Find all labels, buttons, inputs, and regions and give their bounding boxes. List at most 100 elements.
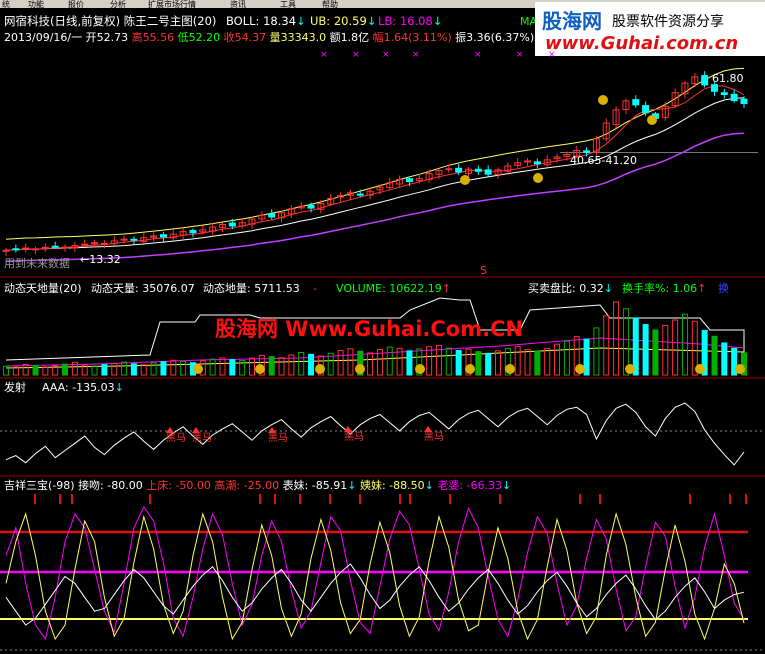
gold-ingot-icon bbox=[355, 364, 365, 374]
buy-sell-ratio: 买卖盘比: 0.32↓ bbox=[528, 281, 613, 295]
jx-bed: 上床: -50.00 bbox=[146, 478, 211, 492]
high-price-label: 61.80 bbox=[712, 72, 744, 85]
menu-item[interactable]: 功能 bbox=[28, 0, 44, 9]
sky-volume: 动态天量: 35076.07 bbox=[91, 282, 195, 295]
volume-title: 动态天地量(20) bbox=[4, 282, 82, 295]
volume-bar bbox=[544, 347, 551, 376]
watermark-url: www.Guhai.com.cn bbox=[545, 33, 738, 54]
candle-body bbox=[474, 168, 482, 172]
volume-icons bbox=[193, 364, 745, 374]
candle-body bbox=[100, 242, 108, 245]
menu-item[interactable]: 统 bbox=[2, 0, 10, 9]
volume-bar bbox=[652, 329, 659, 376]
gold-ingot-icon bbox=[255, 364, 265, 374]
candle-body bbox=[61, 246, 69, 249]
volume-bar bbox=[160, 361, 167, 376]
volume-bar bbox=[386, 346, 393, 376]
gold-ingot-icon bbox=[625, 364, 635, 374]
volume-bar bbox=[681, 313, 688, 376]
turnover-rate: 换手率%: 1.06↑ bbox=[622, 281, 706, 295]
money-bag-marker bbox=[460, 175, 470, 185]
candle-body bbox=[41, 246, 49, 249]
volume-bar bbox=[229, 359, 236, 376]
volume-bar bbox=[268, 356, 275, 376]
volume-bar bbox=[367, 352, 374, 376]
candle-body bbox=[91, 242, 99, 245]
candle-body bbox=[12, 248, 20, 251]
volume-bar bbox=[91, 365, 98, 376]
volume-bar bbox=[121, 361, 128, 376]
ub-value: UB: 20.59↓ bbox=[310, 14, 376, 28]
black-horse-label: 黑马 bbox=[424, 431, 444, 443]
menu-item[interactable]: 分析 bbox=[110, 0, 126, 9]
candle-body bbox=[524, 160, 532, 163]
aaa-series-line bbox=[5, 402, 745, 466]
gold-ingot-icon bbox=[505, 364, 515, 374]
jx-top-ticks bbox=[34, 494, 747, 504]
menu-item[interactable]: 帮助 bbox=[322, 0, 338, 9]
ma5-line bbox=[5, 85, 745, 251]
watermark-slogan: 股票软件资源分享 bbox=[612, 13, 724, 30]
menu-item[interactable]: 报价 bbox=[68, 0, 84, 9]
money-bag-marker bbox=[598, 95, 608, 105]
high-label: 高55.56 bbox=[132, 30, 175, 44]
menu-item[interactable]: 工具 bbox=[280, 0, 296, 9]
volume-bar bbox=[593, 327, 600, 376]
jx-header: 吉祥三宝(-98) 接吻: -80.00 上床: -50.00 高潮: -25.… bbox=[4, 478, 511, 492]
volume-bar bbox=[101, 364, 108, 376]
volume-bar bbox=[278, 357, 285, 376]
volume-bar bbox=[711, 335, 718, 376]
candle-body bbox=[51, 245, 59, 248]
volume-bar bbox=[308, 353, 315, 376]
candle-body bbox=[81, 243, 89, 246]
candle-body bbox=[710, 84, 718, 92]
money-bag-marker bbox=[533, 173, 543, 183]
candle-body bbox=[484, 169, 492, 175]
jx-title: 吉祥三宝(-98) bbox=[4, 478, 75, 492]
sell-signal-s: S bbox=[480, 264, 487, 277]
lb-value: LB: 16.08↓ bbox=[378, 14, 442, 28]
menu-item[interactable]: 资讯 bbox=[230, 0, 246, 9]
volume-bar bbox=[337, 349, 344, 376]
volume-bar bbox=[603, 315, 610, 376]
volume-bar bbox=[495, 350, 501, 376]
candle-body bbox=[740, 98, 748, 105]
volume-bar bbox=[672, 319, 679, 376]
low-price-label: ←13.32 bbox=[80, 253, 121, 266]
top-x-marker: × bbox=[320, 50, 328, 60]
gold-ingot-icon bbox=[695, 364, 705, 374]
candle-body bbox=[701, 75, 709, 86]
mid-range-label: 40.65-41.20 bbox=[570, 154, 637, 167]
candle-body bbox=[189, 230, 197, 234]
ohlc-row: 2013/09/16/一 开52.73 高55.56 低52.20 收54.37… bbox=[4, 30, 549, 44]
ground-volume: 动态地量: 5711.53 bbox=[203, 282, 300, 295]
menu-item[interactable]: 扩展市场行情 bbox=[148, 0, 196, 9]
volume-bar bbox=[209, 358, 216, 376]
volume-bar bbox=[554, 343, 561, 376]
volume-bar bbox=[298, 352, 305, 376]
black-horse-label: 黑马 bbox=[268, 432, 288, 444]
future-data-label: 用到未来数据 bbox=[4, 256, 70, 270]
candle-body bbox=[228, 222, 236, 227]
volume-bar bbox=[514, 346, 521, 376]
stock-title: 网宿科技(日线,前复权) bbox=[4, 14, 120, 28]
watermark-center: 股海网 Www.Guhai.Com.CN bbox=[215, 317, 523, 341]
volume-bar bbox=[219, 357, 226, 376]
volume-bar bbox=[42, 366, 49, 376]
amplitude-label: 振3.36(6.37%) bbox=[455, 30, 534, 44]
top-x-marker: × bbox=[382, 50, 390, 60]
gold-ingot-icon bbox=[575, 364, 585, 374]
volume-bar bbox=[426, 346, 433, 376]
volume-bar bbox=[534, 350, 541, 376]
top-x-marker: × bbox=[474, 50, 482, 60]
aaa-value: AAA: -135.03↓ bbox=[42, 381, 124, 394]
black-horse-label: 黑马 bbox=[344, 431, 364, 443]
gold-ingot-icon bbox=[465, 364, 475, 374]
close-label: 收54.37 bbox=[224, 30, 267, 44]
volume-extra: 换 bbox=[718, 281, 729, 295]
black-horse-label: 黑马 bbox=[166, 432, 186, 444]
volume-bar bbox=[347, 348, 354, 376]
volume-bar bbox=[455, 349, 462, 376]
candle-body bbox=[583, 150, 591, 154]
change-label: 幅1.64(3.11%) bbox=[373, 31, 452, 44]
